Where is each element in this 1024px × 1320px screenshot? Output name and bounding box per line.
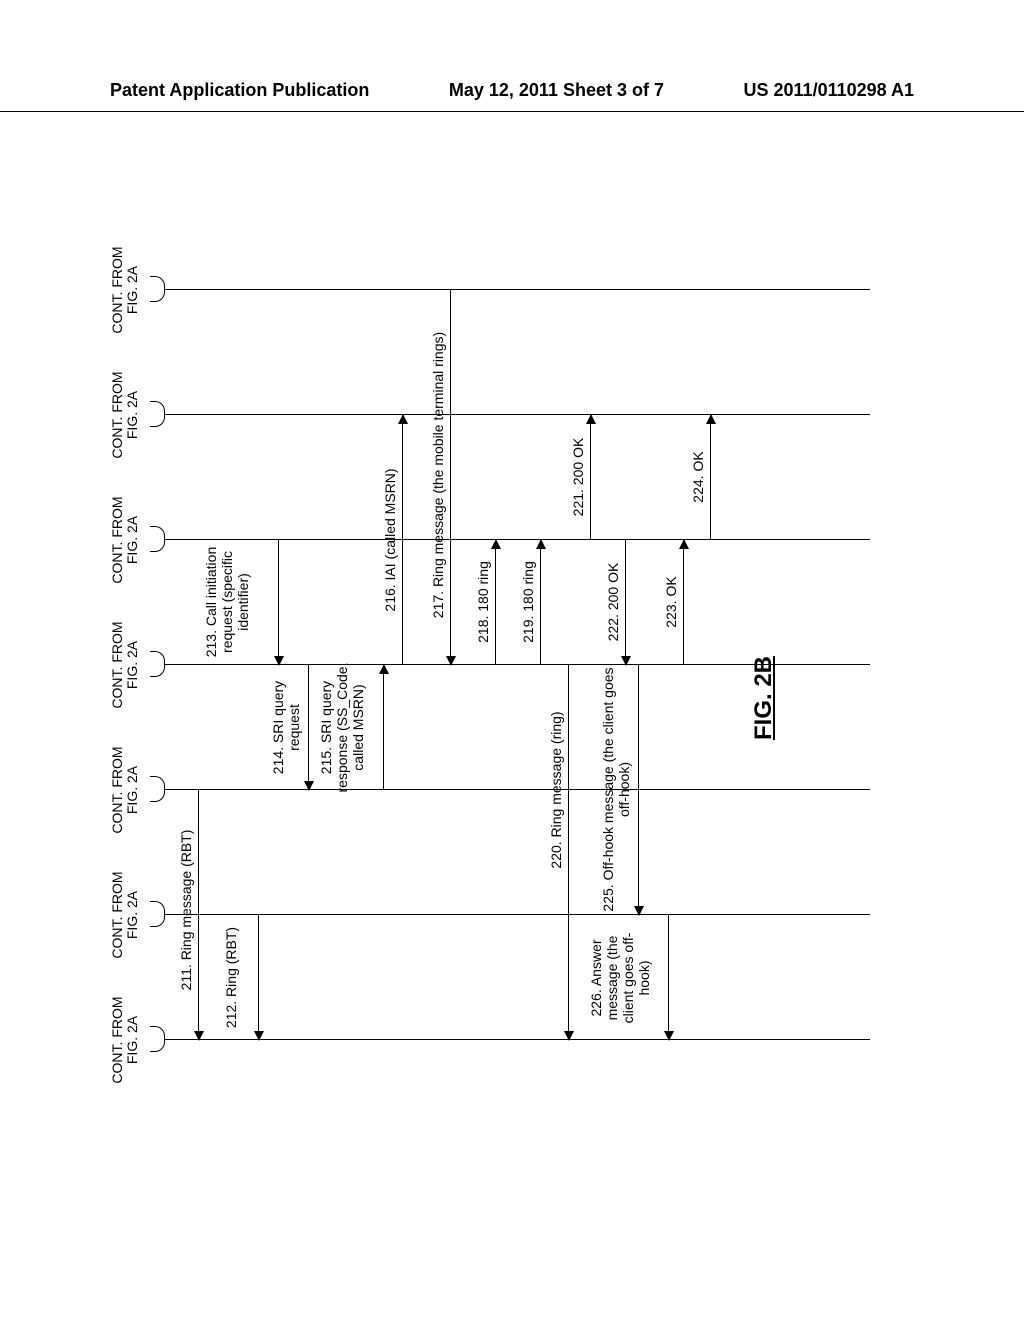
msg-219-label: 219. 180 ring <box>520 542 536 662</box>
diagram-rotated-content: CONT. FROM FIG. 2A CONT. FROM FIG. 2A CO… <box>110 220 870 1090</box>
lifeline-header-1: CONT. FROM FIG. 2A <box>110 985 141 1095</box>
msg-223-label: 223. OK <box>663 542 679 662</box>
msg-225-label: 225. Off-hook message (the client goes o… <box>600 667 632 912</box>
msg-214-label: 214. SRI query request <box>270 665 302 790</box>
msg-221-arrow <box>590 415 591 540</box>
msg-220-arrow <box>568 665 569 1040</box>
msg-224-label: 224. OK <box>690 417 706 537</box>
bracket-4 <box>150 651 165 677</box>
msg-225-arrow <box>638 665 639 915</box>
lifeline-header-7: CONT. FROM FIG. 2A <box>110 235 141 345</box>
msg-211-label: 211. Ring message (RBT) <box>178 785 194 1035</box>
lifeline-header-5: CONT. FROM FIG. 2A <box>110 485 141 595</box>
msg-215-arrow <box>383 665 384 790</box>
msg-220-label: 220. Ring message (ring) <box>548 665 564 915</box>
msg-217-arrow <box>450 290 451 665</box>
msg-216-label: 216. IAI (called MSRN) <box>382 420 398 660</box>
header-right: US 2011/0110298 A1 <box>744 80 914 101</box>
lifeline-1 <box>165 1039 870 1040</box>
lifeline-header-3: CONT. FROM FIG. 2A <box>110 735 141 845</box>
page-header: Patent Application Publication May 12, 2… <box>0 80 1024 112</box>
msg-221-label: 221. 200 OK <box>570 417 586 537</box>
lifeline-header-2: CONT. FROM FIG. 2A <box>110 860 141 970</box>
msg-218-arrow <box>495 540 496 665</box>
lifeline-6 <box>165 414 870 415</box>
msg-219-arrow <box>540 540 541 665</box>
bracket-2 <box>150 901 165 927</box>
msg-216-arrow <box>402 415 403 665</box>
bracket-3 <box>150 776 165 802</box>
lifeline-header-4: CONT. FROM FIG. 2A <box>110 610 141 720</box>
msg-213-arrow <box>278 540 279 665</box>
lifeline-7 <box>165 289 870 290</box>
sequence-diagram: CONT. FROM FIG. 2A CONT. FROM FIG. 2A CO… <box>110 220 870 1090</box>
msg-212-label: 212. Ring (RBT) <box>223 920 239 1035</box>
figure-label: FIG. 2B <box>750 656 778 740</box>
msg-222-arrow <box>625 540 626 665</box>
bracket-6 <box>150 401 165 427</box>
msg-215-label: 215. SRI query response (SS_Code, called… <box>318 655 366 800</box>
header-center: May 12, 2011 Sheet 3 of 7 <box>449 80 664 101</box>
header-left: Patent Application Publication <box>110 80 369 101</box>
msg-214-arrow <box>308 665 309 790</box>
lifeline-5 <box>165 539 870 540</box>
lifeline-2 <box>165 914 870 915</box>
msg-224-arrow <box>710 415 711 540</box>
msg-222-label: 222. 200 OK <box>605 542 621 662</box>
msg-213-label: 213. Call initiation request (specific i… <box>203 542 251 662</box>
bracket-7 <box>150 276 165 302</box>
msg-212-arrow <box>258 915 259 1040</box>
msg-218-label: 218. 180 ring <box>475 542 491 662</box>
bracket-5 <box>150 526 165 552</box>
msg-226-label: 226. Answer message (the client goes off… <box>588 918 652 1038</box>
msg-226-arrow <box>668 915 669 1040</box>
msg-223-arrow <box>683 540 684 665</box>
lifeline-header-6: CONT. FROM FIG. 2A <box>110 360 141 470</box>
msg-211-arrow <box>198 790 199 1040</box>
bracket-1 <box>150 1026 165 1052</box>
msg-217-label: 217. Ring message (the mobile terminal r… <box>430 290 446 660</box>
